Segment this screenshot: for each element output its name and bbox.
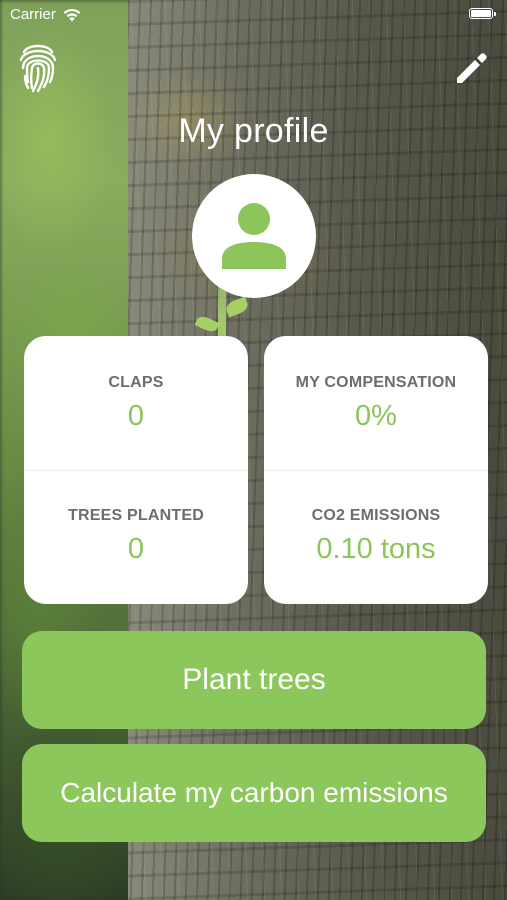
wifi-icon [63, 8, 81, 21]
page-title: My profile [178, 112, 329, 150]
co2-emissions-stat: CO2 EMISSIONS 0.10 tons [264, 470, 488, 604]
claps-stat: CLAPS 0 [24, 336, 248, 470]
fingerprint-button[interactable] [18, 38, 58, 94]
trees-planted-value: 0 [127, 533, 145, 565]
edit-profile-button[interactable] [453, 50, 489, 86]
compensation-stat: MY COMPENSATION 0% [264, 336, 488, 470]
calculate-emissions-button[interactable]: Calculate my carbon emissions [22, 744, 486, 842]
avatar[interactable] [192, 174, 316, 298]
battery-icon [469, 8, 496, 19]
fingerprint-icon [19, 44, 57, 93]
carrier-info: Carrier [10, 6, 82, 23]
co2-emissions-label: CO2 EMISSIONS [311, 507, 441, 524]
stats-card-right: MY COMPENSATION 0% CO2 EMISSIONS 0.10 to… [264, 336, 488, 604]
pencil-icon [457, 53, 487, 83]
compensation-value: 0% [355, 400, 397, 432]
stats-card-left: CLAPS 0 TREES PLANTED 0 [24, 336, 248, 604]
trees-planted-stat: TREES PLANTED 0 [24, 470, 248, 604]
compensation-label: MY COMPENSATION [295, 374, 457, 391]
carrier-label: Carrier [10, 6, 56, 23]
co2-emissions-value: 0.10 tons [316, 533, 436, 565]
user-icon [222, 203, 286, 269]
plant-trees-button[interactable]: Plant trees [22, 631, 486, 729]
status-bar: Carrier [0, 0, 507, 30]
trees-planted-label: TREES PLANTED [68, 507, 204, 524]
claps-label: CLAPS [108, 374, 164, 391]
battery-level [471, 10, 491, 17]
claps-value: 0 [127, 400, 145, 432]
